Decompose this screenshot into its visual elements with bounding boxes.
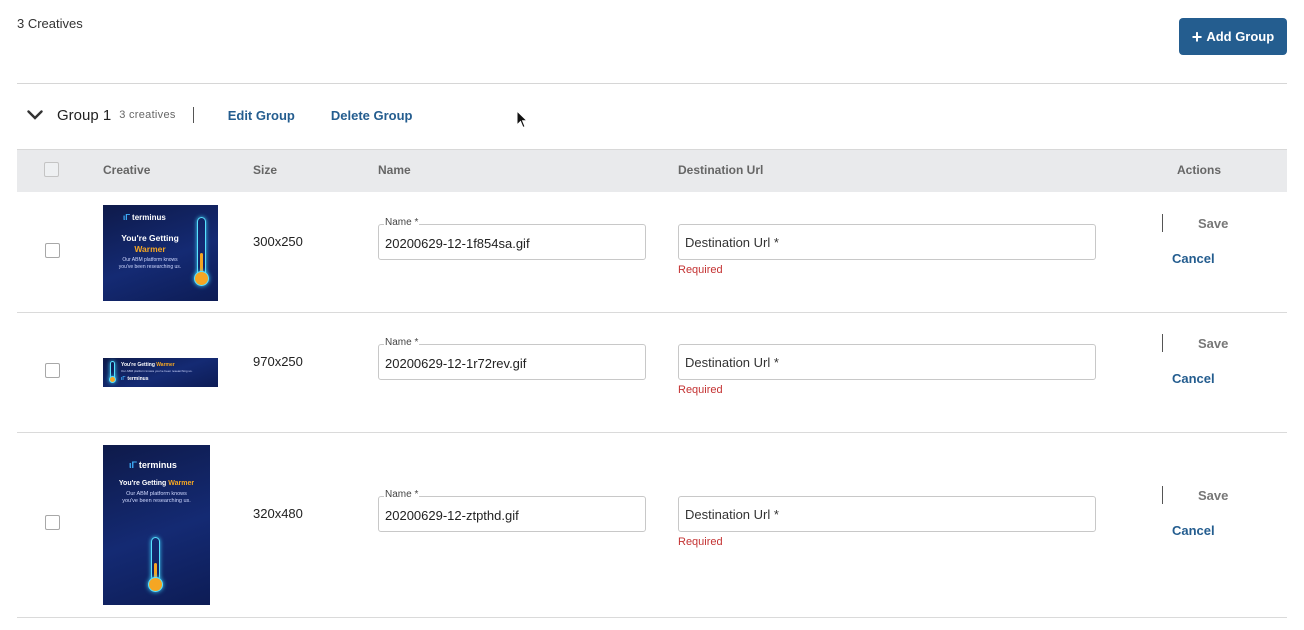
destination-url-placeholder: Destination Url * bbox=[685, 235, 779, 250]
creative-size: 970x250 bbox=[253, 354, 303, 369]
name-field-label: Name * bbox=[384, 489, 420, 500]
thumbnail-subtext: Our ABM platform knows bbox=[126, 491, 187, 497]
save-button[interactable]: Save bbox=[1198, 488, 1228, 503]
separator bbox=[192, 107, 194, 123]
table-row: ιΓ terminus You're Getting Warmer Our ABM… bbox=[17, 192, 1287, 313]
column-header-size: Size bbox=[253, 163, 278, 177]
thumbnail-subtext: Our ABM platform knows you've been resea… bbox=[121, 369, 193, 373]
mouse-cursor-icon bbox=[516, 110, 528, 129]
creative-thumbnail: ιΓ terminus You're Getting Warmer Our ABM… bbox=[103, 445, 210, 605]
row-checkbox[interactable] bbox=[45, 515, 60, 530]
name-field[interactable]: Name * 20200629-12-1r72rev.gif bbox=[378, 337, 646, 380]
column-header-destination-url: Destination Url bbox=[678, 163, 764, 177]
column-header-name: Name bbox=[378, 163, 411, 177]
group-header: Group 1 3 creatives Edit Group Delete Gr… bbox=[17, 100, 717, 130]
thumbnail-brand: terminus bbox=[132, 213, 166, 222]
table-row: You're Getting Warmer Our ABM platform k… bbox=[17, 313, 1287, 433]
cancel-button[interactable]: Cancel bbox=[1172, 523, 1215, 538]
destination-url-placeholder: Destination Url * bbox=[685, 507, 779, 522]
save-button[interactable]: Save bbox=[1198, 216, 1228, 231]
select-all-checkbox[interactable] bbox=[44, 162, 59, 177]
save-button[interactable]: Save bbox=[1198, 336, 1228, 351]
name-field[interactable]: Name * 20200629-12-ztpthd.gif bbox=[378, 489, 646, 532]
thumbnail-headline: You're Getting bbox=[121, 362, 155, 368]
plus-icon: + bbox=[1191, 26, 1203, 47]
destination-url-field[interactable]: Destination Url * bbox=[678, 344, 1096, 380]
cancel-button[interactable]: Cancel bbox=[1172, 251, 1215, 266]
name-field[interactable]: Name * 20200629-12-1f854sa.gif bbox=[378, 217, 646, 260]
thumbnail-subtext: you've been researching us. bbox=[122, 498, 191, 504]
add-group-label: Add Group bbox=[1206, 29, 1275, 44]
table-header: Creative Size Name Destination Url Actio… bbox=[17, 149, 1287, 192]
add-group-button[interactable]: + Add Group bbox=[1179, 18, 1287, 55]
thumbnail-headline-accent: Warmer bbox=[156, 362, 175, 368]
required-error: Required bbox=[678, 536, 723, 548]
thumbnail-brand: terminus bbox=[138, 460, 177, 470]
creatives-count: 3 Creatives bbox=[17, 16, 83, 31]
destination-url-placeholder: Destination Url * bbox=[685, 355, 779, 370]
separator bbox=[1162, 214, 1163, 232]
column-header-creative: Creative bbox=[103, 163, 151, 177]
thumbnail-headline: You're Getting bbox=[118, 480, 167, 487]
required-error: Required bbox=[678, 264, 723, 276]
separator bbox=[1162, 334, 1163, 352]
name-field-value: 20200629-12-ztpthd.gif bbox=[385, 508, 519, 523]
name-field-value: 20200629-12-1r72rev.gif bbox=[385, 356, 527, 371]
thumbnail-headline-accent: Warmer bbox=[134, 244, 166, 254]
edit-group-link[interactable]: Edit Group bbox=[228, 108, 295, 123]
creative-thumbnail: You're Getting Warmer Our ABM platform k… bbox=[103, 358, 218, 387]
chevron-down-icon[interactable] bbox=[27, 110, 51, 120]
name-field-value: 20200629-12-1f854sa.gif bbox=[385, 236, 530, 251]
creative-size: 300x250 bbox=[253, 234, 303, 249]
destination-url-field[interactable]: Destination Url * bbox=[678, 496, 1096, 532]
cancel-button[interactable]: Cancel bbox=[1172, 371, 1215, 386]
group-title: Group 1 bbox=[57, 106, 112, 124]
name-field-label: Name * bbox=[384, 337, 420, 348]
row-checkbox[interactable] bbox=[45, 243, 60, 258]
name-field-label: Name * bbox=[384, 217, 420, 228]
creative-thumbnail: ιΓ terminus You're Getting Warmer Our ABM… bbox=[103, 205, 218, 301]
separator bbox=[1162, 486, 1163, 504]
divider bbox=[17, 83, 1287, 84]
table-row: ιΓ terminus You're Getting Warmer Our ABM… bbox=[17, 433, 1287, 618]
destination-url-field[interactable]: Destination Url * bbox=[678, 224, 1096, 260]
thumbnail-subtext: Our ABM platform knows bbox=[122, 257, 178, 263]
delete-group-link[interactable]: Delete Group bbox=[331, 108, 413, 123]
thumbnail-headline: You're Getting bbox=[121, 233, 179, 243]
column-header-actions: Actions bbox=[1177, 163, 1222, 177]
creative-size: 320x480 bbox=[253, 506, 303, 521]
row-checkbox[interactable] bbox=[45, 363, 60, 378]
group-creative-count: 3 creatives bbox=[119, 109, 176, 121]
thumbnail-headline-accent: Warmer bbox=[168, 480, 195, 487]
thumbnail-subtext: you've been researching us. bbox=[118, 264, 182, 270]
required-error: Required bbox=[678, 384, 723, 396]
thumbnail-brand: terminus bbox=[127, 376, 149, 382]
